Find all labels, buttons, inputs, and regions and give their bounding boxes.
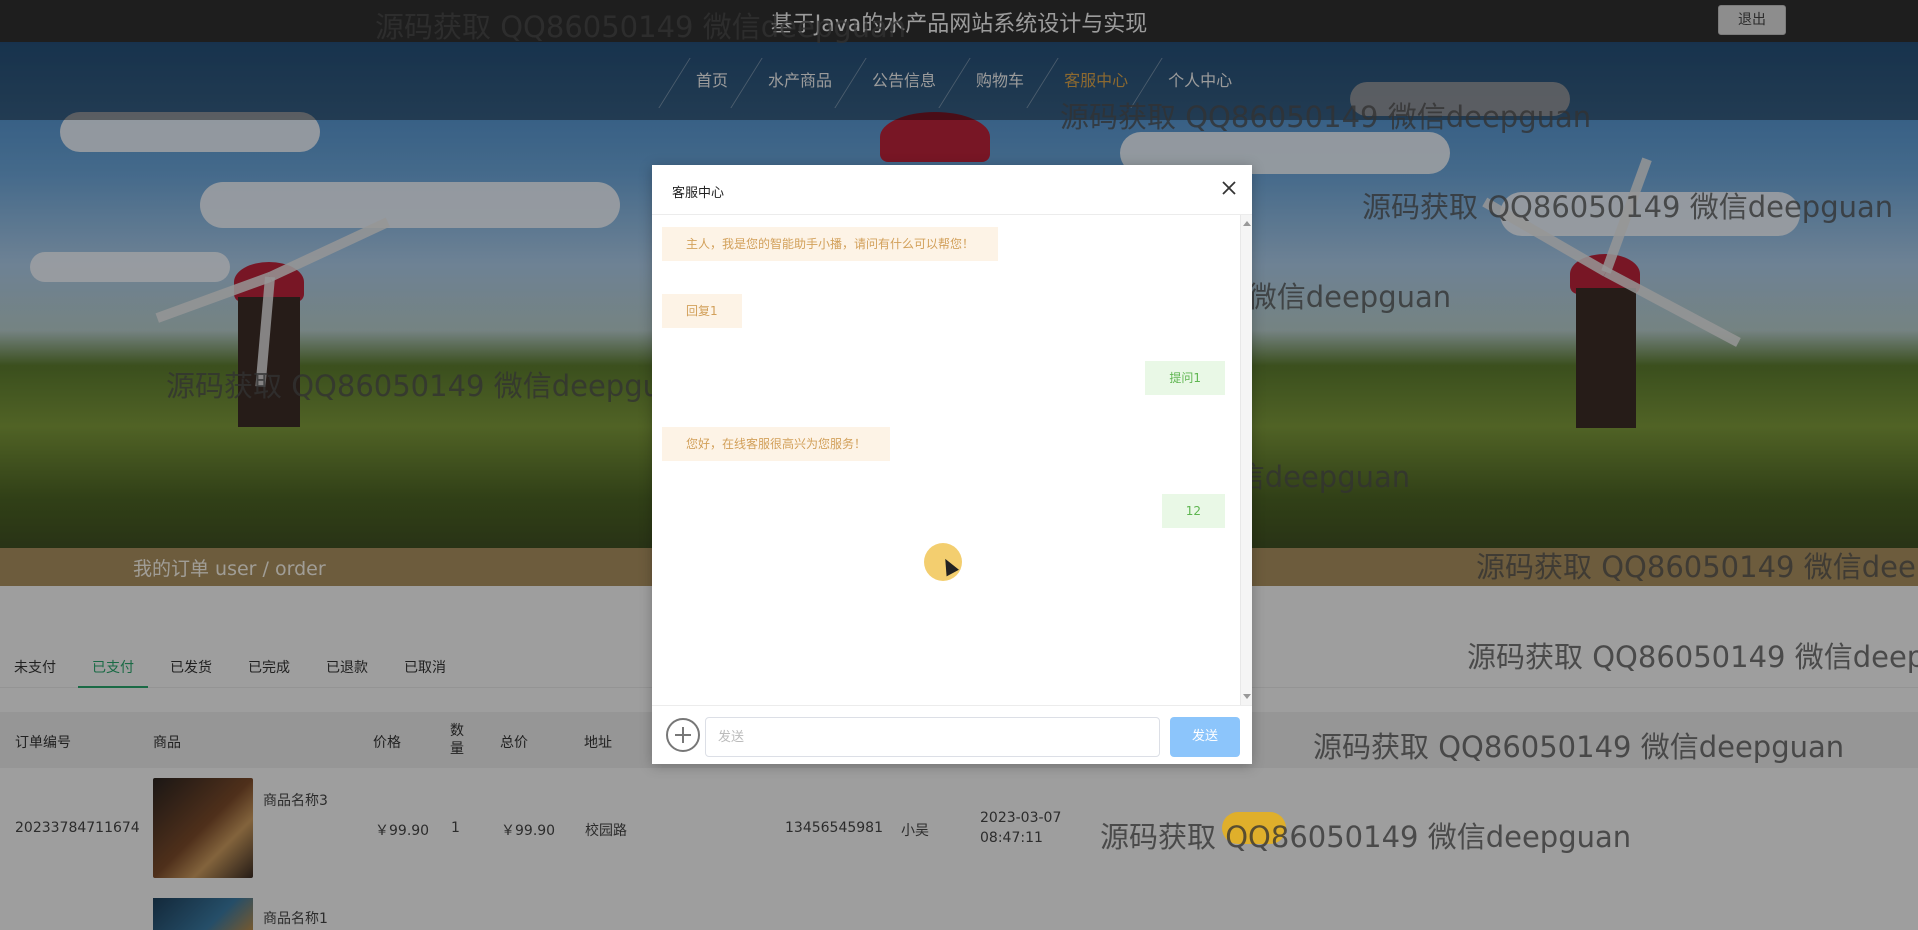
scroll-up-icon[interactable] [1243,221,1251,226]
chat-scrollbar[interactable] [1240,215,1252,705]
watermark: 源码获取 QQ86050149 微信deepguan [1060,100,1592,134]
customer-service-dialog: 客服中心 主人，我是您的智能助手小播，请问有什么可以帮您！ 回复1 提问1 您好… [652,165,1252,764]
add-attachment-icon[interactable] [666,718,700,752]
dialog-header: 客服中心 [652,165,1252,215]
send-button[interactable]: 发送 [1170,717,1240,757]
close-icon[interactable] [1220,179,1238,197]
chat-message-user: 提问1 [1145,361,1225,395]
message-input[interactable] [705,717,1160,757]
chat-message-reply: 您好，在线客服很高兴为您服务！ [662,427,891,461]
chat-message-reply: 回复1 [662,294,742,328]
watermark: 源码获取 QQ86050149 微信deepguan [375,10,907,44]
dialog-title: 客服中心 [672,186,725,201]
watermark: 源码获取 QQ86050149 微信deepguan [1313,730,1845,764]
watermark: 源码获取 QQ86050149 微信deepguan [166,369,698,403]
chat-message-user: 12 [1161,494,1225,528]
chat-message-bot: 主人，我是您的智能助手小播，请问有什么可以帮您！ [662,227,999,261]
scroll-down-icon[interactable] [1243,694,1251,699]
watermark: 源码获取 QQ86050149 微信deepguan [1476,550,1918,584]
watermark: 源码获取 QQ86050149 微信deepguan [1467,640,1918,674]
chat-input-bar: 发送 [652,705,1252,764]
watermark: 源码获取 QQ86050149 微信deepguan [1362,190,1894,224]
chat-messages[interactable]: 主人，我是您的智能助手小播，请问有什么可以帮您！ 回复1 提问1 您好，在线客服… [652,215,1252,705]
watermark: 源码获取 QQ86050149 微信deepguan [1100,820,1632,854]
